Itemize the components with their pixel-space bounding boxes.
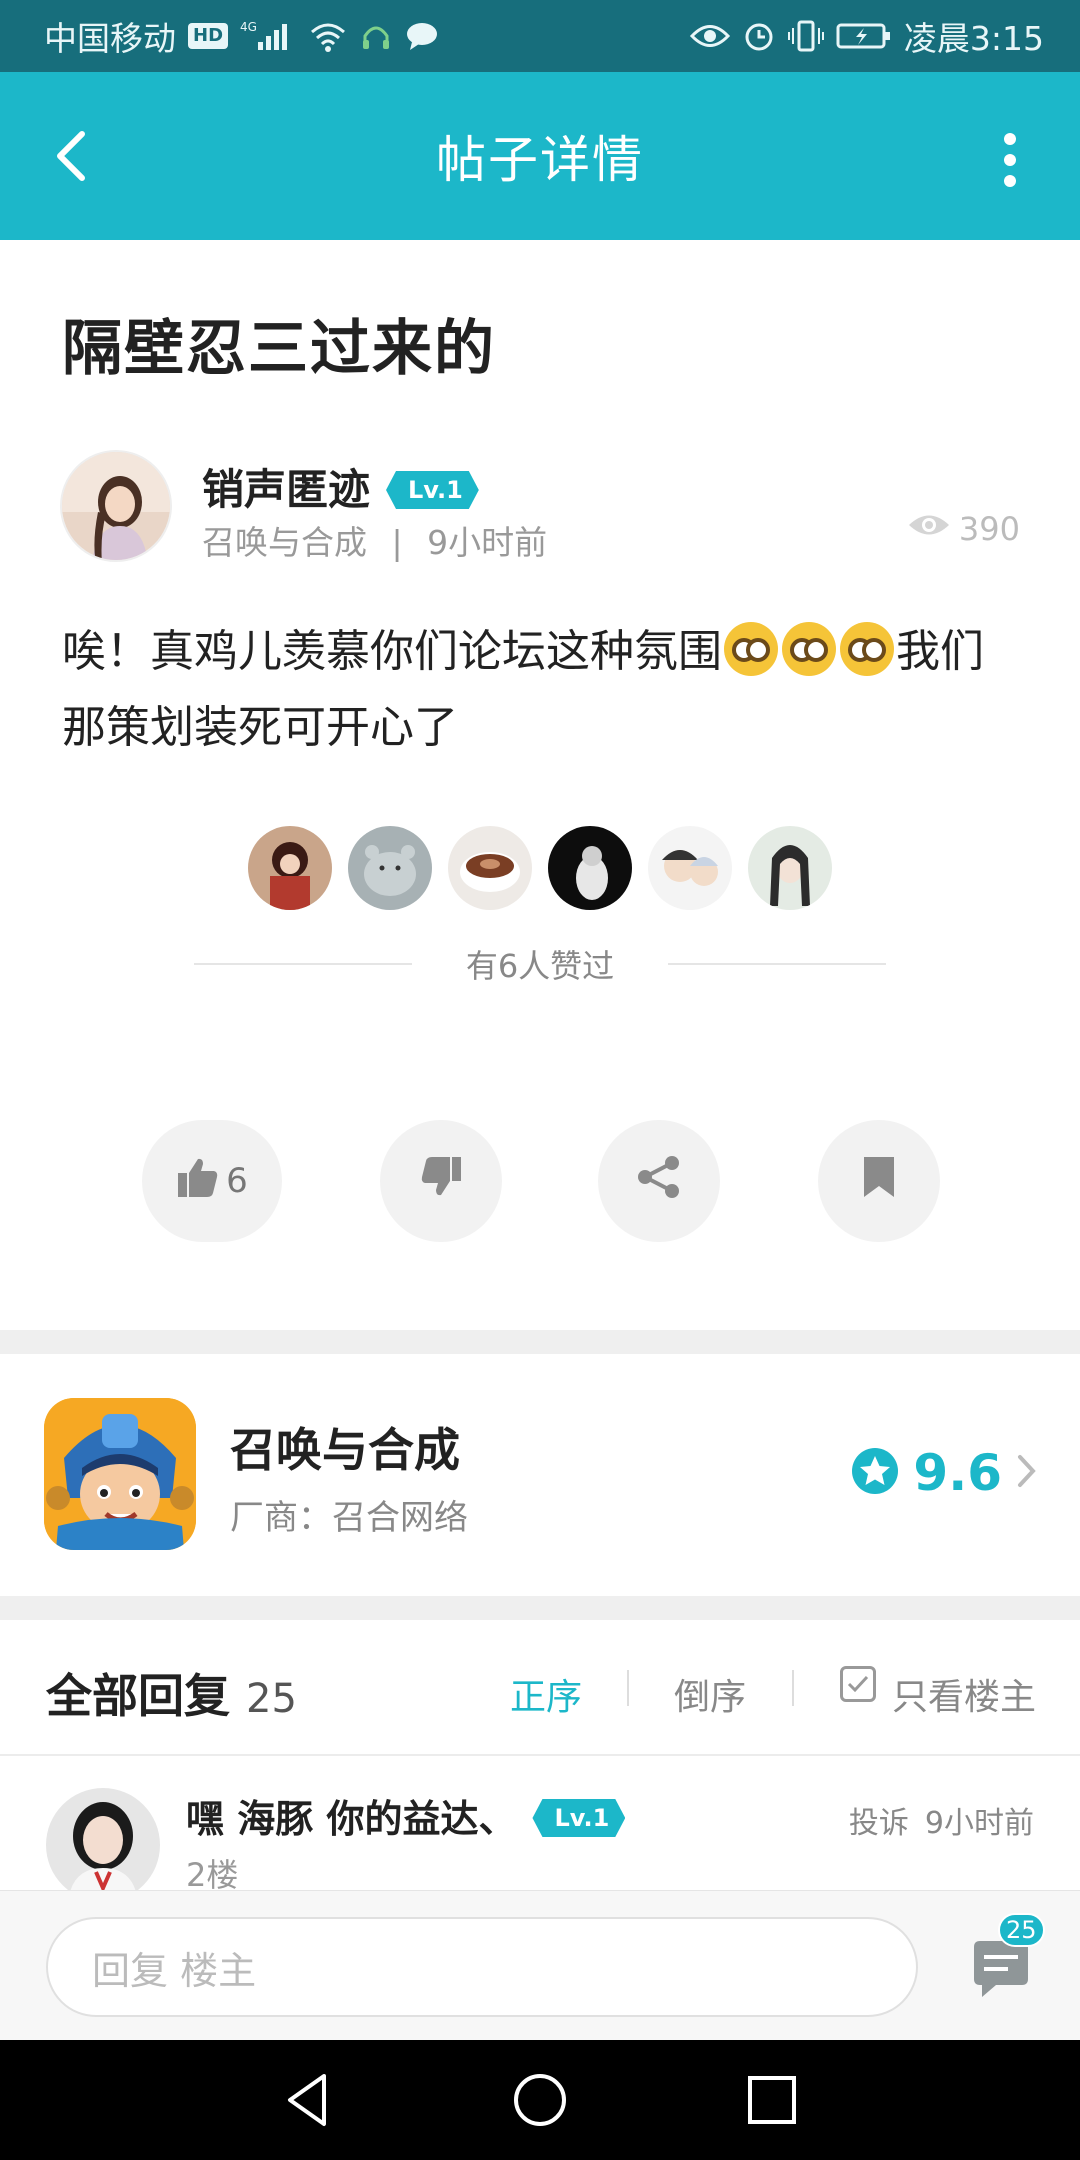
liker-avatar[interactable] — [448, 826, 532, 910]
game-rating[interactable]: 9.6 — [851, 1444, 1038, 1502]
likes-summary: 有6人赞过 — [194, 940, 886, 988]
network-type-label: 4G — [240, 20, 257, 34]
dislike-button[interactable] — [380, 1120, 502, 1242]
headphones-icon — [360, 20, 392, 52]
reply-bar: 回复 楼主 25 — [0, 1890, 1080, 2040]
reply-input[interactable]: 回复 楼主 — [46, 1917, 918, 2017]
sort-descending-tab[interactable]: 倒序 — [674, 1668, 746, 1720]
section-divider — [0, 1330, 1080, 1354]
replies-count: 25 — [246, 1676, 297, 1722]
share-icon — [636, 1154, 682, 1209]
divider-line — [668, 963, 886, 965]
more-menu-icon[interactable] — [1000, 132, 1020, 188]
pleading-face-emoji — [782, 622, 836, 676]
status-bar: 中国移动 HD 4G 凌晨3:15 — [0, 0, 1080, 72]
liker-avatar[interactable] — [248, 826, 332, 910]
vibrate-icon — [787, 19, 824, 53]
divider-line — [194, 963, 412, 965]
comment-count-badge: 25 — [998, 1913, 1045, 1947]
rating-score: 9.6 — [913, 1444, 1002, 1502]
post-time: 9小时前 — [427, 523, 548, 562]
game-card[interactable]: 召唤与合成 厂商：召合网络 9.6 — [0, 1354, 1080, 1596]
app-bar: 帖子详情 — [0, 72, 1080, 240]
share-button[interactable] — [598, 1120, 720, 1242]
eye-icon — [689, 21, 730, 51]
likes-summary-text: 有6人赞过 — [465, 947, 615, 985]
level-badge: Lv.1 — [532, 1799, 625, 1837]
level-badge: Lv.1 — [386, 471, 479, 509]
pleading-face-emoji — [724, 622, 778, 676]
bookmark-icon — [861, 1155, 897, 1208]
replies-header: 全部回复 25 正序 倒序 只看楼主 — [0, 1620, 1080, 1756]
report-link[interactable]: 投诉 — [849, 1798, 909, 1842]
game-icon[interactable] — [44, 1398, 196, 1550]
wifi-icon — [308, 20, 348, 52]
thumbs-up-icon — [176, 1155, 220, 1208]
eye-icon — [907, 510, 951, 548]
only-op-label[interactable]: 只看楼主 — [892, 1668, 1036, 1720]
liker-avatar[interactable] — [748, 826, 832, 910]
sort-separator — [627, 1670, 629, 1706]
post-actions: 6 — [0, 1120, 1080, 1242]
reply-time: 9小时前 — [924, 1806, 1034, 1841]
reply-floor: 2楼 — [186, 1856, 239, 1890]
battery-icon — [836, 21, 892, 51]
like-button[interactable]: 6 — [142, 1120, 282, 1242]
replies-title-row: 全部回复 25 — [46, 1660, 297, 1726]
view-count-value: 390 — [958, 510, 1020, 548]
nav-recents-icon[interactable] — [742, 2070, 802, 2130]
sort-separator — [792, 1670, 794, 1706]
liker-avatar[interactable] — [648, 826, 732, 910]
likers-avatars — [0, 826, 1080, 912]
author-row: 销声匿迹 Lv.1 召唤与合成 | 9小时前 390 — [60, 450, 1020, 562]
reply-meta: 投诉 9小时前 — [849, 1798, 1034, 1842]
reply-author-name[interactable]: 嘿 海豚 你的益达、 — [186, 1797, 516, 1841]
carrier-label: 中国移动 — [44, 19, 176, 58]
alarm-icon — [742, 19, 776, 53]
signal-icon: 4G — [240, 20, 296, 52]
reply-avatar[interactable] — [46, 1788, 160, 1890]
meta-separator: | — [391, 523, 403, 562]
page-title: 帖子详情 — [436, 131, 644, 189]
liker-avatar[interactable] — [548, 826, 632, 910]
bookmark-button[interactable] — [818, 1120, 940, 1242]
replies-title: 全部回复 — [46, 1669, 230, 1723]
only-op-checkbox[interactable] — [840, 1666, 876, 1702]
sort-ascending-tab[interactable]: 正序 — [510, 1668, 582, 1720]
thumbs-down-icon — [419, 1155, 463, 1208]
message-icon — [404, 20, 440, 52]
reply-name-row: 嘿 海豚 你的益达、 Lv.1 — [186, 1788, 625, 1843]
post-title: 隔壁忍三过来的 — [62, 314, 496, 384]
game-vendor: 厂商：召合网络 — [230, 1498, 468, 1538]
game-name[interactable]: 召唤与合成 — [230, 1414, 460, 1480]
post-body: 唉！真鸡儿羡慕你们论坛这种氛围 我们那策划装死可开心了 — [62, 614, 1022, 766]
like-count: 6 — [226, 1161, 248, 1201]
clock-time: 凌晨3:15 — [903, 19, 1044, 58]
nav-back-icon[interactable] — [278, 2070, 338, 2130]
author-name[interactable]: 销声匿迹 — [202, 465, 370, 514]
author-meta: 召唤与合成 | 9小时前 — [202, 516, 547, 564]
view-count: 390 — [907, 510, 1020, 548]
star-icon — [851, 1447, 899, 1499]
nav-home-icon[interactable] — [510, 2070, 570, 2130]
author-avatar[interactable] — [60, 450, 172, 562]
author-game: 召唤与合成 — [202, 523, 367, 562]
hd-icon: HD — [188, 23, 229, 49]
liker-avatar[interactable] — [348, 826, 432, 910]
chevron-right-icon — [1016, 1453, 1038, 1493]
post-body-text-1: 唉！真鸡儿羡慕你们论坛这种氛围 — [62, 626, 722, 677]
navigation-bar — [0, 2040, 1080, 2160]
pleading-face-emoji — [840, 622, 894, 676]
author-name-row: 销声匿迹 Lv.1 — [202, 456, 479, 517]
reply-item: 嘿 海豚 你的益达、 Lv.1 2楼 投诉 9小时前 — [0, 1758, 1080, 1890]
section-divider — [0, 1596, 1080, 1620]
